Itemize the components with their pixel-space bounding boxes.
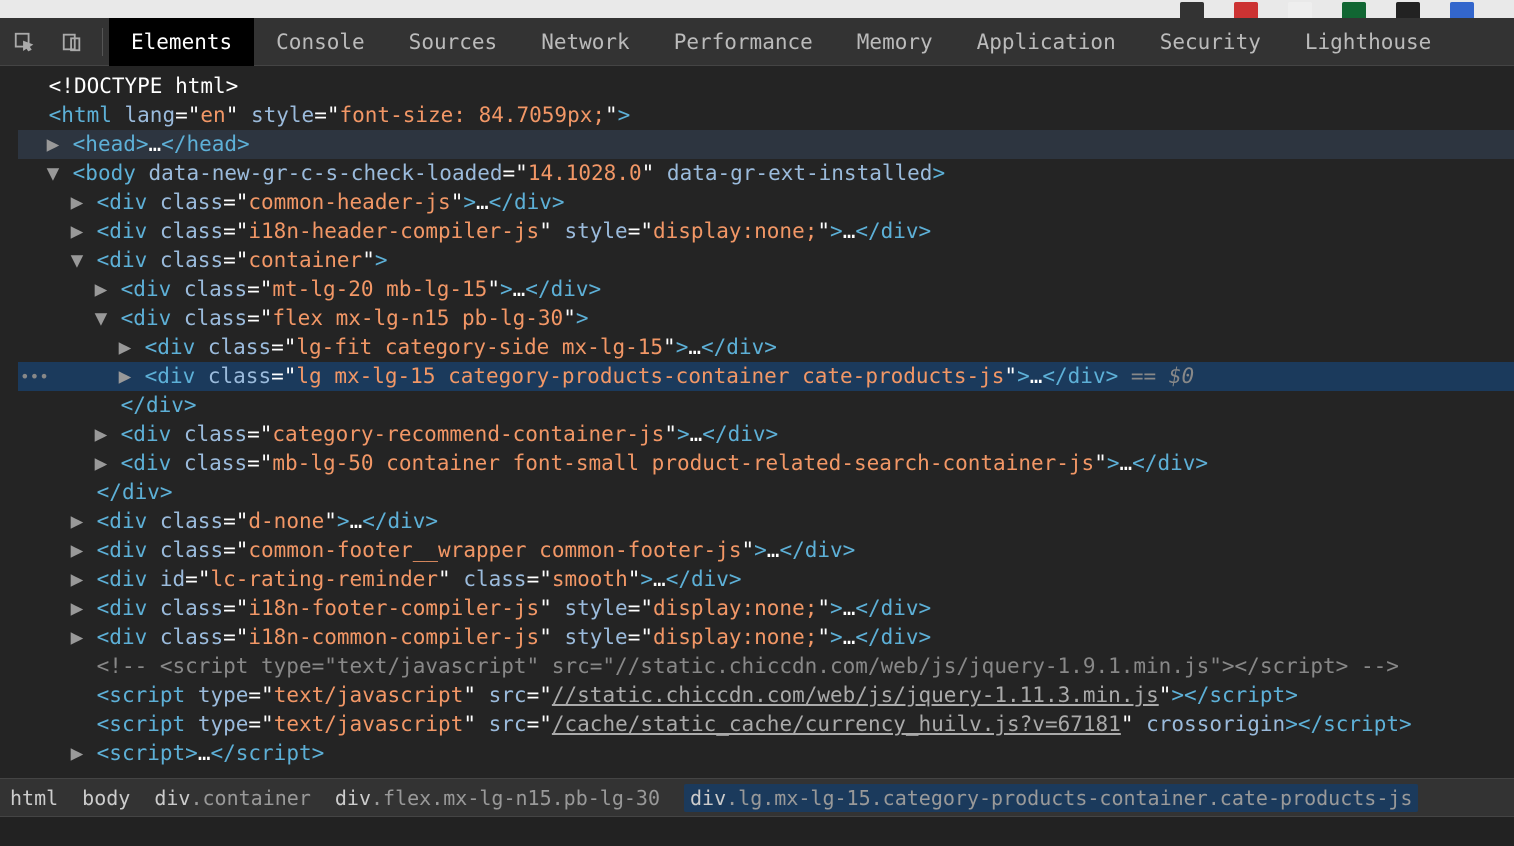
product-thumb <box>1180 2 1204 18</box>
dom-node[interactable]: ▶ <div class="i18n-common-compiler-js" s… <box>18 623 1514 652</box>
tab-security[interactable]: Security <box>1138 18 1283 66</box>
tab-memory[interactable]: Memory <box>835 18 955 66</box>
dom-node[interactable]: ▶ <div class="i18n-footer-compiler-js" s… <box>18 594 1514 623</box>
expand-arrow-icon[interactable]: ▶ <box>70 536 84 565</box>
divider <box>102 28 103 56</box>
expand-arrow-icon[interactable] <box>70 478 84 507</box>
dom-node[interactable]: <!DOCTYPE html> <box>18 72 1514 101</box>
breadcrumb-item[interactable]: body <box>82 786 130 810</box>
expand-arrow-icon[interactable]: ▶ <box>118 333 132 362</box>
product-thumb <box>1396 2 1420 18</box>
inspect-element-icon[interactable] <box>0 18 48 66</box>
tab-application[interactable]: Application <box>955 18 1138 66</box>
dom-node[interactable]: ▶ <div class="common-header-js">…</div> <box>18 188 1514 217</box>
breadcrumb-item[interactable]: div.container <box>154 786 311 810</box>
dom-node[interactable]: •••▶ <div class="lg mx-lg-15 category-pr… <box>18 362 1514 391</box>
tab-elements[interactable]: Elements <box>109 18 254 66</box>
dom-node[interactable]: ▶ <div class="mt-lg-20 mb-lg-15">…</div> <box>18 275 1514 304</box>
product-thumb <box>1450 2 1474 18</box>
dom-node[interactable]: ▶ <head>…</head> <box>18 130 1514 159</box>
dom-node[interactable]: ▶ <div class="i18n-header-compiler-js" s… <box>18 217 1514 246</box>
breadcrumb-item[interactable]: div.flex.mx-lg-n15.pb-lg-30 <box>335 786 660 810</box>
breadcrumb: html body div.container div.flex.mx-lg-n15.… <box>0 778 1514 816</box>
dom-node[interactable]: ▶ <div class="d-none">…</div> <box>18 507 1514 536</box>
devtools-tabbar: ElementsConsoleSourcesNetworkPerformance… <box>0 18 1514 66</box>
expand-arrow-icon[interactable]: ▶ <box>46 130 60 159</box>
tab-lighthouse[interactable]: Lighthouse <box>1283 18 1453 66</box>
tab-network[interactable]: Network <box>519 18 652 66</box>
dom-node[interactable]: ▼ <div class="container"> <box>18 246 1514 275</box>
dom-node[interactable]: ▶ <script>…</script> <box>18 739 1514 768</box>
expand-arrow-icon[interactable]: ▶ <box>70 739 84 768</box>
product-thumb <box>1288 2 1312 18</box>
expand-arrow-icon[interactable]: ▶ <box>70 594 84 623</box>
product-thumb <box>1234 2 1258 18</box>
expand-arrow-icon[interactable] <box>22 101 36 130</box>
expand-arrow-icon[interactable] <box>22 72 36 101</box>
dom-node[interactable]: <script type="text/javascript" src="//st… <box>18 681 1514 710</box>
expand-arrow-icon[interactable] <box>94 391 108 420</box>
expand-arrow-icon[interactable]: ▼ <box>94 304 108 333</box>
breadcrumb-item[interactable]: html <box>10 786 58 810</box>
product-thumb <box>1342 2 1366 18</box>
expand-arrow-icon[interactable]: ▶ <box>94 275 108 304</box>
elements-tree[interactable]: <!DOCTYPE html> <html lang="en" style="f… <box>0 66 1514 778</box>
dom-node[interactable]: </div> <box>18 391 1514 420</box>
dom-node[interactable]: <!-- <script type="text/javascript" src=… <box>18 652 1514 681</box>
expand-arrow-icon[interactable]: ▶ <box>70 623 84 652</box>
expand-arrow-icon[interactable]: ▶ <box>118 362 132 391</box>
dom-node[interactable]: <script type="text/javascript" src="/cac… <box>18 710 1514 739</box>
dom-node[interactable]: ▶ <div class="lg-fit category-side mx-lg… <box>18 333 1514 362</box>
breadcrumb-item[interactable]: div.lg.mx-lg-15.category-products-contai… <box>684 784 1418 812</box>
expand-arrow-icon[interactable]: ▶ <box>70 507 84 536</box>
expand-arrow-icon[interactable] <box>70 681 84 710</box>
expand-arrow-icon[interactable]: ▶ <box>70 188 84 217</box>
expand-arrow-icon[interactable]: ▶ <box>70 565 84 594</box>
expand-arrow-icon[interactable] <box>70 710 84 739</box>
dom-node[interactable]: </div> <box>18 478 1514 507</box>
expand-arrow-icon[interactable] <box>70 652 84 681</box>
expand-arrow-icon[interactable]: ▼ <box>46 159 60 188</box>
expand-arrow-icon[interactable]: ▶ <box>70 217 84 246</box>
dom-node[interactable]: ▶ <div class="category-recommend-contain… <box>18 420 1514 449</box>
dom-node[interactable]: ▼ <body data-new-gr-c-s-check-loaded="14… <box>18 159 1514 188</box>
bottom-drawer[interactable] <box>0 816 1514 846</box>
tab-performance[interactable]: Performance <box>652 18 835 66</box>
dom-node[interactable]: ▶ <div id="lc-rating-reminder" class="sm… <box>18 565 1514 594</box>
expand-arrow-icon[interactable]: ▶ <box>94 449 108 478</box>
dom-node[interactable]: ▶ <div class="common-footer__wrapper com… <box>18 536 1514 565</box>
dom-node[interactable]: ▶ <div class="mb-lg-50 container font-sm… <box>18 449 1514 478</box>
dom-node[interactable]: <html lang="en" style="font-size: 84.705… <box>18 101 1514 130</box>
expand-arrow-icon[interactable]: ▼ <box>70 246 84 275</box>
device-toggle-icon[interactable] <box>48 18 96 66</box>
page-preview-strip <box>0 0 1514 18</box>
expand-arrow-icon[interactable]: ▶ <box>94 420 108 449</box>
dom-node[interactable]: ▼ <div class="flex mx-lg-n15 pb-lg-30"> <box>18 304 1514 333</box>
more-actions-icon[interactable]: ••• <box>20 362 49 391</box>
tab-console[interactable]: Console <box>254 18 387 66</box>
tab-sources[interactable]: Sources <box>387 18 520 66</box>
